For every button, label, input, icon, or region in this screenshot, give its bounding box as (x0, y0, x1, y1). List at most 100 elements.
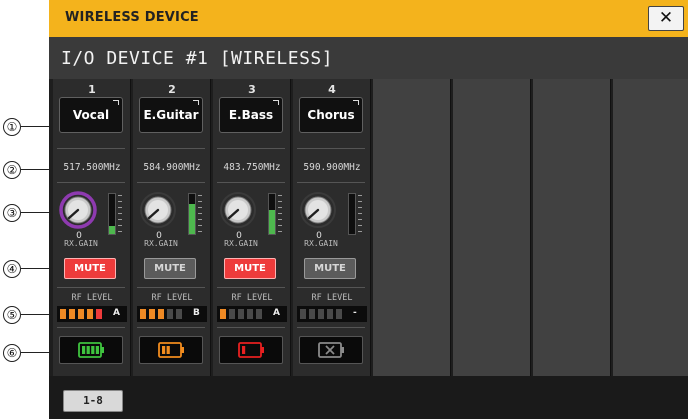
divider (137, 148, 205, 149)
gain-label: RX.GAIN (144, 239, 178, 248)
gain-meter (108, 193, 116, 235)
rf-segment (238, 309, 244, 319)
channel-name-button[interactable]: E.Guitar (139, 97, 203, 133)
rf-segment (256, 309, 262, 319)
callout-6: ⑥ (0, 343, 57, 365)
gain-meter (268, 193, 276, 235)
frequency-readout: 517.500MHz (63, 162, 121, 173)
meter-scale (118, 193, 122, 235)
callout-2: ② (0, 160, 65, 182)
title-bar: WIRELESS DEVICE ✕ (49, 0, 688, 37)
battery-indicator (219, 336, 283, 364)
mute-button[interactable]: MUTE (144, 258, 196, 279)
meter-scale (278, 193, 282, 235)
rf-segment (149, 309, 155, 319)
divider (137, 287, 205, 288)
rx-gain-knob[interactable] (219, 191, 257, 229)
rf-segment (158, 309, 164, 319)
callout-number: ② (3, 161, 21, 179)
gain-label: RX.GAIN (304, 239, 338, 248)
popup-corner-icon (273, 100, 279, 105)
channel-number: 4 (328, 83, 336, 96)
divider (57, 327, 125, 328)
channel-strips: 1 Vocal 517.500MHz 0 RX.GAIN MUTE RF LEVEL A 2 E.… (49, 79, 688, 376)
rf-level-label: RF LEVEL (151, 293, 193, 303)
rx-gain-knob[interactable] (299, 191, 337, 229)
rf-segment (176, 309, 182, 319)
gain-meter-fill (269, 210, 275, 234)
gain-meter (188, 193, 196, 235)
rf-segment (220, 309, 226, 319)
channel-number: 3 (248, 83, 256, 96)
divider (297, 148, 365, 149)
callout-number: ⑤ (3, 306, 21, 324)
frequency-readout: 590.900MHz (303, 162, 361, 173)
channel-strip: 2 E.Guitar 584.900MHz 0 RX.GAIN MUTE RF LEVEL B (133, 79, 211, 376)
mute-button[interactable]: MUTE (64, 258, 116, 279)
frequency-readout: 483.750MHz (223, 162, 281, 173)
device-title: I/O DEVICE #1 [WIRELESS] (61, 48, 334, 69)
channel-name: Chorus (307, 108, 355, 122)
mute-button[interactable]: MUTE (224, 258, 276, 279)
channel-name-button[interactable]: Chorus (299, 97, 363, 133)
frequency-readout: 584.900MHz (143, 162, 201, 173)
rf-segment (60, 309, 66, 319)
gain-label: RX.GAIN (64, 239, 98, 248)
divider (217, 148, 285, 149)
rf-segment (229, 309, 235, 319)
battery-indicator (299, 336, 363, 364)
divider (57, 148, 125, 149)
channel-name: Vocal (72, 108, 110, 122)
close-button[interactable]: ✕ (648, 6, 684, 31)
mute-button[interactable]: MUTE (304, 258, 356, 279)
divider (217, 287, 285, 288)
meter-scale (198, 193, 202, 235)
rf-level-meter: A (217, 306, 287, 322)
divider (297, 182, 365, 183)
antenna-indicator: - (353, 308, 357, 318)
battery-icon (78, 342, 104, 358)
channel-strip: 4 Chorus 590.900MHz 0 RX.GAIN MUTE RF LEVEL - (293, 79, 371, 376)
channel-name-button[interactable]: Vocal (59, 97, 123, 133)
footer-bar: 1-8 (49, 376, 688, 419)
knob-icon (140, 192, 176, 228)
rf-level-meter: B (137, 306, 207, 322)
channel-name-button[interactable]: E.Bass (219, 97, 283, 133)
divider (137, 327, 205, 328)
divider (297, 327, 365, 328)
rf-segment (247, 309, 253, 319)
rf-segment (140, 309, 146, 319)
callout-5: ⑤ (0, 305, 59, 327)
rf-segment (300, 309, 306, 319)
rf-segment (327, 309, 333, 319)
divider (217, 182, 285, 183)
channel-strip: 1 Vocal 517.500MHz 0 RX.GAIN MUTE RF LEVEL A (53, 79, 131, 376)
page-1-8-button[interactable]: 1-8 (63, 390, 123, 412)
channel-number: 1 (88, 83, 96, 96)
callout-number: ③ (3, 204, 21, 222)
rf-segment (336, 309, 342, 319)
rx-gain-knob[interactable] (139, 191, 177, 229)
battery-icon (238, 342, 264, 358)
rf-level-meter: - (297, 306, 367, 322)
rf-segment (167, 309, 173, 319)
rf-segment (309, 309, 315, 319)
gain-meter-fill (109, 226, 115, 234)
rf-segment (87, 309, 93, 319)
popup-corner-icon (353, 100, 359, 105)
rf-segment (96, 309, 102, 319)
rx-gain-knob[interactable] (59, 191, 97, 229)
channel-strip: 3 E.Bass 483.750MHz 0 RX.GAIN MUTE RF LEVEL A (213, 79, 291, 376)
rf-level-label: RF LEVEL (311, 293, 353, 303)
empty-channel-strip (533, 79, 611, 376)
empty-channel-strip (453, 79, 531, 376)
battery-icon (158, 342, 184, 358)
divider (297, 287, 365, 288)
rf-segment (318, 309, 324, 319)
callout-number: ① (3, 118, 21, 136)
callout-4: ④ (0, 259, 65, 281)
gain-meter-fill (189, 204, 195, 234)
rf-level-label: RF LEVEL (71, 293, 113, 303)
channel-number: 2 (168, 83, 176, 96)
divider (137, 182, 205, 183)
